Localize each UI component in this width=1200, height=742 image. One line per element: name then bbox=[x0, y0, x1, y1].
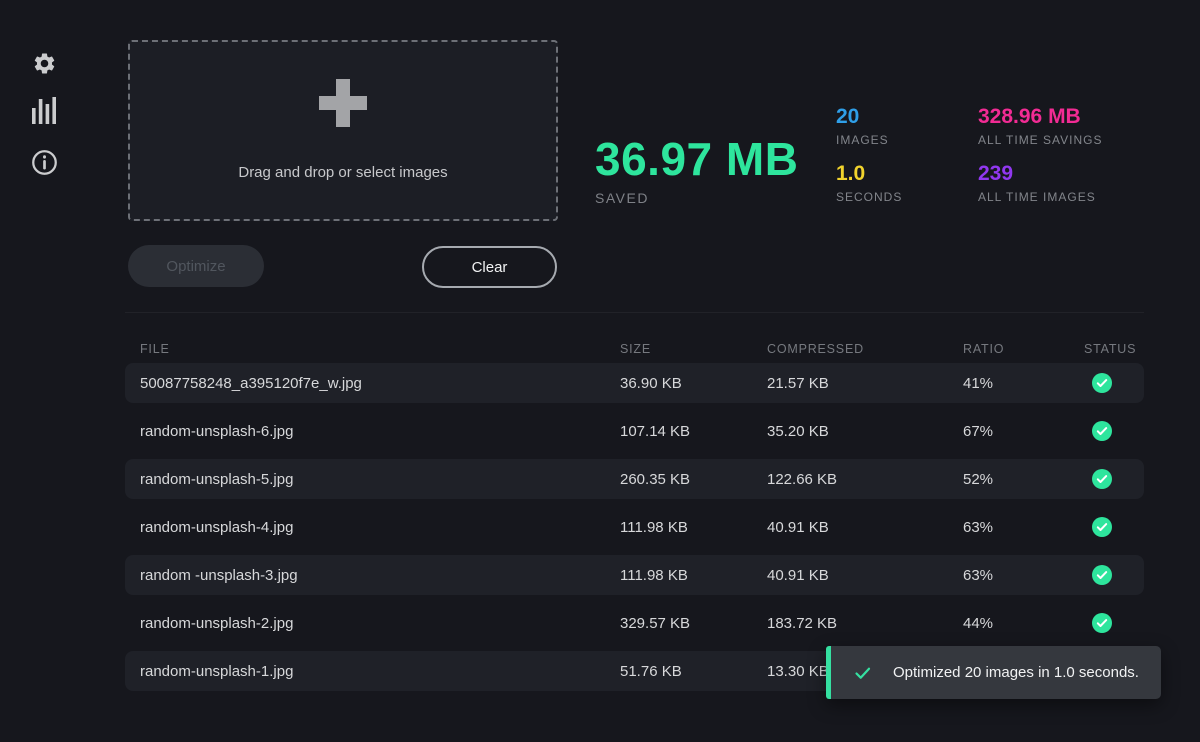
file-size: 36.90 KB bbox=[620, 375, 767, 392]
alltime-savings-label: ALL TIME SAVINGS bbox=[978, 133, 1102, 148]
file-size: 51.76 KB bbox=[620, 663, 767, 680]
file-name: random-unsplash-5.jpg bbox=[125, 471, 620, 488]
file-compressed: 122.66 KB bbox=[767, 471, 963, 488]
gear-icon bbox=[32, 51, 57, 76]
status-success-icon bbox=[1092, 565, 1112, 585]
toast-message: Optimized 20 images in 1.0 seconds. bbox=[893, 664, 1139, 681]
file-status bbox=[1084, 373, 1144, 393]
file-name: random-unsplash-4.jpg bbox=[125, 519, 620, 536]
seconds-stat: 1.0 SECONDS bbox=[836, 161, 902, 205]
table-row: random-unsplash-5.jpg 260.35 KB 122.66 K… bbox=[125, 459, 1144, 499]
saved-stat: 36.97 MB SAVED bbox=[595, 135, 798, 206]
file-ratio: 41% bbox=[963, 375, 1084, 392]
dropzone[interactable]: Drag and drop or select images bbox=[128, 40, 558, 221]
file-ratio: 67% bbox=[963, 423, 1084, 440]
toast-notification: Optimized 20 images in 1.0 seconds. bbox=[826, 646, 1161, 699]
file-size: 260.35 KB bbox=[620, 471, 767, 488]
col-header-size: SIZE bbox=[620, 342, 767, 356]
app-window: Drag and drop or select images Optimize … bbox=[0, 0, 1200, 742]
check-icon bbox=[854, 664, 872, 682]
table-row: random-unsplash-2.jpg 329.57 KB 183.72 K… bbox=[125, 603, 1144, 643]
alltime-images-stat: 239 ALL TIME IMAGES bbox=[978, 161, 1102, 205]
file-name: random-unsplash-1.jpg bbox=[125, 663, 620, 680]
sidebar bbox=[0, 0, 88, 742]
images-value: 20 bbox=[836, 104, 902, 130]
plus-icon bbox=[319, 79, 367, 127]
table-header: FILE SIZE COMPRESSED RATIO STATUS bbox=[125, 335, 1144, 363]
status-success-icon bbox=[1092, 469, 1112, 489]
file-ratio: 63% bbox=[963, 519, 1084, 536]
alltime-savings-value: 328.96 MB bbox=[978, 104, 1102, 130]
table-top-divider bbox=[125, 312, 1144, 313]
file-name: random-unsplash-6.jpg bbox=[125, 423, 620, 440]
dropzone-label: Drag and drop or select images bbox=[238, 164, 447, 181]
alltime-stats: 328.96 MB ALL TIME SAVINGS 239 ALL TIME … bbox=[978, 104, 1102, 218]
file-name: 50087758248_a395120f7e_w.jpg bbox=[125, 375, 620, 392]
alltime-images-label: ALL TIME IMAGES bbox=[978, 190, 1102, 205]
file-size: 111.98 KB bbox=[620, 567, 767, 584]
alltime-savings-stat: 328.96 MB ALL TIME SAVINGS bbox=[978, 104, 1102, 148]
session-stats: 20 IMAGES 1.0 SECONDS bbox=[836, 104, 902, 218]
status-success-icon bbox=[1092, 373, 1112, 393]
file-compressed: 183.72 KB bbox=[767, 615, 963, 632]
col-header-status: STATUS bbox=[1084, 342, 1144, 356]
col-header-compressed: COMPRESSED bbox=[767, 342, 963, 356]
file-name: random -unsplash-3.jpg bbox=[125, 567, 620, 584]
seconds-label: SECONDS bbox=[836, 190, 902, 205]
file-size: 329.57 KB bbox=[620, 615, 767, 632]
file-ratio: 63% bbox=[963, 567, 1084, 584]
table-row: 50087758248_a395120f7e_w.jpg 36.90 KB 21… bbox=[125, 363, 1144, 403]
saved-value: 36.97 MB bbox=[595, 135, 798, 183]
file-compressed: 40.91 KB bbox=[767, 567, 963, 584]
file-compressed: 40.91 KB bbox=[767, 519, 963, 536]
sidebar-item-about[interactable] bbox=[30, 148, 58, 176]
file-status bbox=[1084, 613, 1144, 633]
status-success-icon bbox=[1092, 517, 1112, 537]
file-status bbox=[1084, 517, 1144, 537]
table-body: 50087758248_a395120f7e_w.jpg 36.90 KB 21… bbox=[125, 363, 1144, 691]
table-row: random-unsplash-4.jpg 111.98 KB 40.91 KB… bbox=[125, 507, 1144, 547]
col-header-ratio: RATIO bbox=[963, 342, 1084, 356]
alltime-images-value: 239 bbox=[978, 161, 1102, 187]
file-ratio: 44% bbox=[963, 615, 1084, 632]
sidebar-item-settings[interactable] bbox=[30, 49, 58, 77]
status-success-icon bbox=[1092, 613, 1112, 633]
file-compressed: 21.57 KB bbox=[767, 375, 963, 392]
file-compressed: 35.20 KB bbox=[767, 423, 963, 440]
clear-button[interactable]: Clear bbox=[422, 246, 557, 288]
file-table: FILE SIZE COMPRESSED RATIO STATUS 500877… bbox=[125, 335, 1144, 691]
sidebar-item-stats[interactable] bbox=[30, 96, 58, 124]
images-label: IMAGES bbox=[836, 133, 902, 148]
file-status bbox=[1084, 469, 1144, 489]
file-ratio: 52% bbox=[963, 471, 1084, 488]
file-status bbox=[1084, 565, 1144, 585]
status-success-icon bbox=[1092, 421, 1112, 441]
seconds-value: 1.0 bbox=[836, 161, 902, 187]
images-stat: 20 IMAGES bbox=[836, 104, 902, 148]
file-status bbox=[1084, 421, 1144, 441]
saved-label: SAVED bbox=[595, 190, 798, 206]
optimize-button[interactable]: Optimize bbox=[128, 245, 264, 287]
info-icon bbox=[31, 149, 58, 176]
col-header-file: FILE bbox=[125, 342, 620, 356]
bar-chart-icon bbox=[31, 96, 57, 124]
file-name: random-unsplash-2.jpg bbox=[125, 615, 620, 632]
file-size: 107.14 KB bbox=[620, 423, 767, 440]
table-row: random -unsplash-3.jpg 111.98 KB 40.91 K… bbox=[125, 555, 1144, 595]
table-row: random-unsplash-6.jpg 107.14 KB 35.20 KB… bbox=[125, 411, 1144, 451]
file-size: 111.98 KB bbox=[620, 519, 767, 536]
